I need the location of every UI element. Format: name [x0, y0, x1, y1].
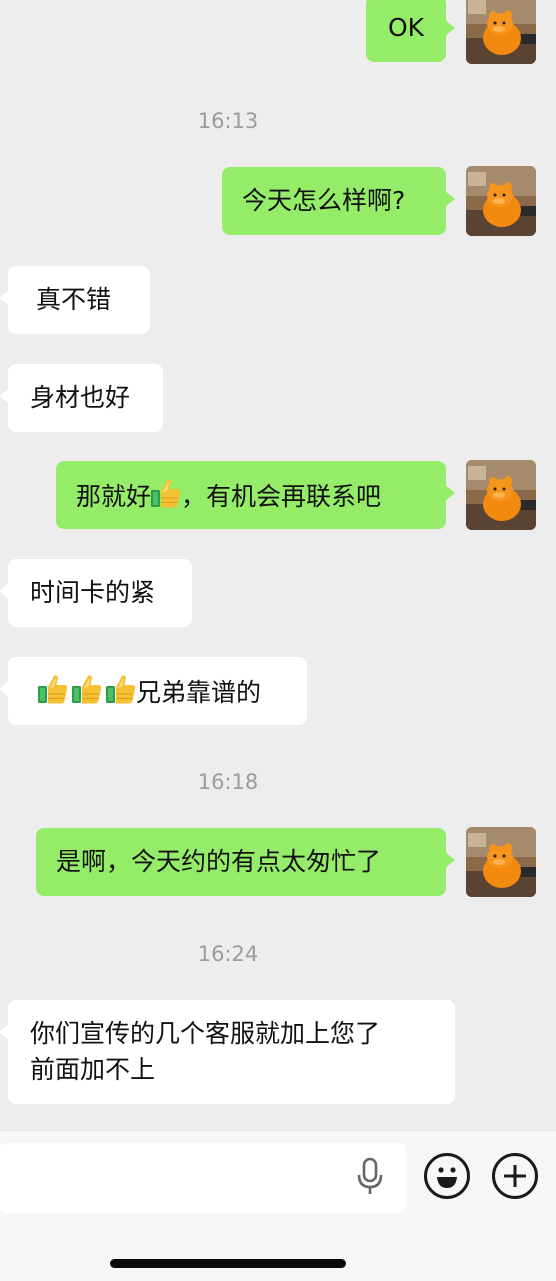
avatar-image	[466, 0, 536, 64]
message-text-line: 你们宣传的几个客服就加上您了	[30, 1019, 381, 1048]
thumbs-up-icon	[151, 477, 181, 509]
thumbs-up-icon	[38, 673, 68, 705]
message-input[interactable]	[0, 1143, 406, 1213]
chat-area[interactable]: OK 16:13 今天怎么样啊? 真不错 身材也好 那就好 ，有机会再联系吧 时间…	[0, 0, 556, 1130]
message-text: 时间卡的紧	[30, 578, 156, 607]
message-bubble-outgoing[interactable]: 是啊，今天约的有点太匆忙了	[36, 828, 455, 896]
message-bubble-incoming[interactable]: 时间卡的紧	[0, 559, 192, 627]
message-text: ，有机会再联系吧	[181, 482, 382, 511]
avatar[interactable]	[466, 0, 536, 64]
message-bubble-outgoing[interactable]: 那就好 ，有机会再联系吧	[56, 461, 455, 529]
emoji-button[interactable]	[424, 1153, 470, 1199]
message-text: 是啊，今天约的有点太匆忙了	[56, 847, 382, 876]
message-text: OK	[388, 13, 425, 42]
timestamp: 16:24	[197, 942, 259, 966]
thumbs-up-icon	[72, 673, 102, 705]
avatar-image	[466, 827, 536, 897]
avatar[interactable]	[466, 827, 536, 897]
home-indicator	[110, 1259, 346, 1268]
message-text: 今天怎么样啊?	[242, 186, 406, 215]
avatar[interactable]	[466, 166, 536, 236]
avatar-image	[466, 166, 536, 236]
plus-button[interactable]	[492, 1153, 538, 1199]
message-text-line: 前面加不上	[30, 1055, 156, 1084]
message-bubble-incoming[interactable]: 你们宣传的几个客服就加上您了 前面加不上	[0, 1000, 455, 1104]
emoji-icon	[437, 1167, 457, 1188]
voice-icon[interactable]	[356, 1157, 384, 1197]
message-text: 兄弟靠谱的	[136, 678, 262, 707]
thumbs-up-icon	[106, 673, 136, 705]
timestamp: 16:18	[197, 770, 259, 794]
plus-icon	[504, 1165, 526, 1187]
message-text: 那就好	[76, 482, 152, 511]
avatar[interactable]	[466, 460, 536, 530]
avatar-image	[466, 460, 536, 530]
message-bubble-outgoing[interactable]: 今天怎么样啊?	[222, 167, 455, 235]
message-text: 身材也好	[30, 383, 131, 412]
timestamp: 16:13	[197, 109, 259, 133]
message-bubble-incoming[interactable]: 真不错	[0, 266, 150, 334]
message-bubble-outgoing[interactable]: OK	[366, 0, 455, 62]
message-bubble-incoming[interactable]: 身材也好	[0, 364, 163, 432]
message-bubble-incoming[interactable]: 兄弟靠谱的	[0, 657, 307, 725]
message-text: 真不错	[36, 285, 112, 314]
